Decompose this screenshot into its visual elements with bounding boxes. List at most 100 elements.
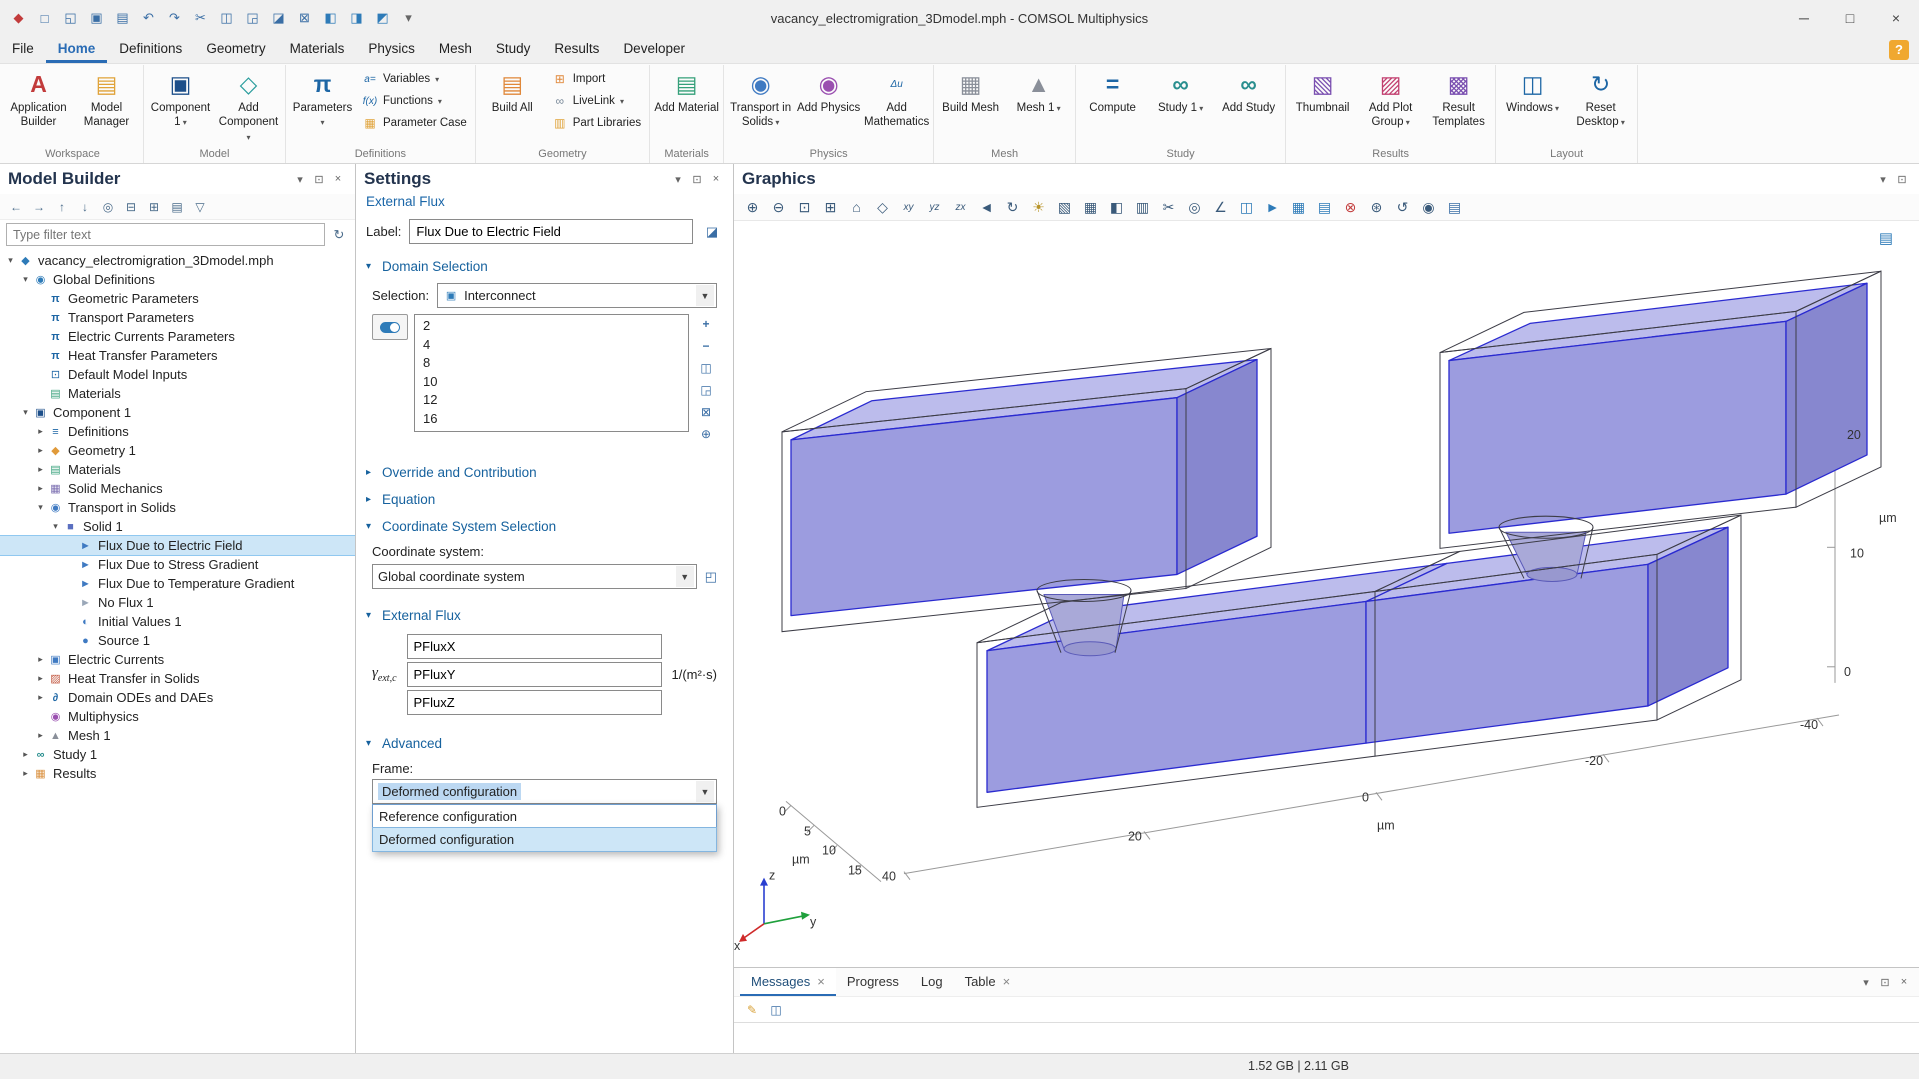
expand-arrow-icon[interactable]: ▸	[34, 426, 47, 437]
zoom-selected-icon[interactable]: ⊡	[792, 196, 817, 218]
advanced-header[interactable]: ▾ Advanced	[356, 729, 733, 756]
frame-combo[interactable]: Deformed configuration ▼	[372, 779, 717, 804]
equation-header[interactable]: ▸ Equation	[356, 485, 733, 512]
collapse-all-icon[interactable]: ⊟	[121, 197, 141, 217]
tree-item-domain-odes-and-daes[interactable]: ▸∂Domain ODEs and DAEs	[0, 688, 355, 707]
menu-definitions[interactable]: Definitions	[107, 36, 194, 63]
tree-item-transport-parameters[interactable]: πTransport Parameters	[0, 308, 355, 327]
new-file-icon[interactable]: □	[32, 5, 57, 31]
result-templates-button[interactable]: ▩Result Templates	[1425, 66, 1492, 144]
go-to-default-view-icon[interactable]: ⌂	[844, 196, 869, 218]
wireframe-rendering-icon[interactable]: ▥	[1130, 196, 1155, 218]
disable-interaction-icon[interactable]: ⊗	[1338, 196, 1363, 218]
move-up-icon[interactable]: ↑	[52, 197, 72, 217]
copy-selection-icon[interactable]: ◫	[695, 358, 717, 378]
tree-item-no-flux-1[interactable]: ►No Flux 1	[0, 593, 355, 612]
frame-option-deformed-configuration[interactable]: Deformed configuration	[373, 828, 716, 851]
selection-list-icon[interactable]: ▤	[1312, 196, 1337, 218]
menu-developer[interactable]: Developer	[611, 36, 697, 63]
zoom-out-icon[interactable]: ⊖	[766, 196, 791, 218]
flux-y-input[interactable]	[407, 662, 662, 687]
expand-arrow-icon[interactable]: ▸	[34, 464, 47, 475]
yz-view-icon[interactable]: yz	[922, 196, 947, 218]
go-to-view-icon[interactable]: ◄	[974, 196, 999, 218]
tree-item-flux-due-to-temperature-gradient[interactable]: ►Flux Due to Temperature Gradient	[0, 574, 355, 593]
override-header[interactable]: ▸ Override and Contribution	[356, 458, 733, 485]
scene-settings-icon[interactable]: ⊛	[1364, 196, 1389, 218]
paste-icon[interactable]: ◲	[240, 5, 265, 31]
add-mathematics-button[interactable]: ΔuAdd Mathematics	[863, 66, 930, 144]
domain-list-item[interactable]: 16	[415, 410, 688, 429]
collapse-arrow-icon[interactable]: ▾	[4, 255, 17, 266]
livelink-button[interactable]: ∞LiveLink▾	[547, 90, 646, 112]
domain-list-item[interactable]: 8	[415, 354, 688, 373]
tab-progress[interactable]: Progress	[836, 968, 910, 996]
show-icon[interactable]: ◎	[98, 197, 118, 217]
menu-results[interactable]: Results	[542, 36, 611, 63]
menu-physics[interactable]: Physics	[356, 36, 427, 63]
add-plot-group-button[interactable]: ▨Add Plot Group ▾	[1357, 66, 1424, 144]
tree-item-mesh-1[interactable]: ▸▲Mesh 1	[0, 726, 355, 745]
zx-view-icon[interactable]: zx	[948, 196, 973, 218]
chevron-down-icon[interactable]: ▾	[1857, 973, 1875, 991]
expand-arrow-icon[interactable]: ▸	[34, 445, 47, 456]
tree-item-flux-due-to-electric-field[interactable]: ►Flux Due to Electric Field	[0, 536, 355, 555]
save-icon[interactable]: ▣	[84, 5, 109, 31]
chevron-down-icon[interactable]: ▼	[696, 781, 714, 802]
clear-messages-icon[interactable]: ✎	[742, 1000, 762, 1020]
zoom-extents-icon[interactable]: ⊞	[818, 196, 843, 218]
collapse-arrow-icon[interactable]: ▾	[49, 521, 62, 532]
print-icon[interactable]: ▤	[110, 5, 135, 31]
undo-icon[interactable]: ↶	[136, 5, 161, 31]
thumbnail-button[interactable]: ▧Thumbnail	[1289, 66, 1356, 144]
external-flux-header[interactable]: ▾ External Flux	[356, 601, 733, 628]
menu-file[interactable]: File	[0, 36, 46, 63]
expand-arrow-icon[interactable]: ▸	[34, 483, 47, 494]
rotate-icon[interactable]: ↻	[1000, 196, 1025, 218]
tab-messages[interactable]: Messages×	[740, 968, 836, 996]
add-study-button[interactable]: ∞Add Study	[1215, 66, 1282, 144]
domain-list-item[interactable]: 12	[415, 391, 688, 410]
view-menu-icon[interactable]: ◇	[870, 196, 895, 218]
domain-list-item[interactable]: 10	[415, 373, 688, 392]
build-all-button[interactable]: ▤Build All	[479, 66, 546, 144]
close-panel-icon[interactable]: ×	[707, 170, 725, 188]
tree-item-electric-currents[interactable]: ▸▣Electric Currents	[0, 650, 355, 669]
close-panel-icon[interactable]: ×	[1895, 973, 1913, 991]
chevron-down-icon[interactable]: ▾	[291, 170, 309, 188]
filter-input[interactable]	[6, 223, 325, 246]
tree-item-solid-mechanics[interactable]: ▸▦Solid Mechanics	[0, 479, 355, 498]
functions-button[interactable]: f(x)Functions▾	[357, 90, 472, 112]
tree-item-default-model-inputs[interactable]: ⊡Default Model Inputs	[0, 365, 355, 384]
add-physics-button[interactable]: ◉Add Physics	[795, 66, 862, 144]
clear-selection-icon[interactable]: ⊠	[695, 402, 717, 422]
tree-item-heat-transfer-in-solids[interactable]: ▸▨Heat Transfer in Solids	[0, 669, 355, 688]
component-button[interactable]: ▣Component 1 ▾	[147, 66, 214, 144]
tree-item-source-1[interactable]: ●Source 1	[0, 631, 355, 650]
remove-selection-icon[interactable]: −	[695, 336, 717, 356]
model-builder-window-icon[interactable]: ◧	[318, 5, 343, 31]
domain-selection-header[interactable]: ▾ Domain Selection	[356, 252, 733, 279]
tree-item-materials[interactable]: ▸▤Materials	[0, 460, 355, 479]
add-selection-icon[interactable]: +	[695, 314, 717, 334]
duplicate-icon[interactable]: ◪	[266, 5, 291, 31]
delete-icon[interactable]: ⊠	[292, 5, 317, 31]
zoom-in-icon[interactable]: ⊕	[740, 196, 765, 218]
close-panel-icon[interactable]: ×	[329, 170, 347, 188]
tree-item-multiphysics[interactable]: ◉Multiphysics	[0, 707, 355, 726]
color-table-icon[interactable]: ▧	[1052, 196, 1077, 218]
tree-item-flux-due-to-stress-gradient[interactable]: ►Flux Due to Stress Gradient	[0, 555, 355, 574]
variables-button[interactable]: a=Variables▾	[357, 68, 472, 90]
expand-arrow-icon[interactable]: ▸	[34, 654, 47, 665]
part-libraries-button[interactable]: ▥Part Libraries	[547, 112, 646, 134]
menu-mesh[interactable]: Mesh	[427, 36, 484, 63]
tree-item-materials[interactable]: ▤Materials	[0, 384, 355, 403]
go-to-source-icon[interactable]: ◰	[705, 569, 717, 585]
filter-tree-icon[interactable]: ▽	[190, 197, 210, 217]
expand-arrow-icon[interactable]: ▸	[19, 749, 32, 760]
cut-icon[interactable]: ✂	[188, 5, 213, 31]
chevron-down-icon[interactable]: ▼	[696, 285, 714, 306]
tree-item-electric-currents-parameters[interactable]: πElectric Currents Parameters	[0, 327, 355, 346]
close-tab-icon[interactable]: ×	[817, 974, 825, 989]
select-mode-icon[interactable]: ◎	[1182, 196, 1207, 218]
